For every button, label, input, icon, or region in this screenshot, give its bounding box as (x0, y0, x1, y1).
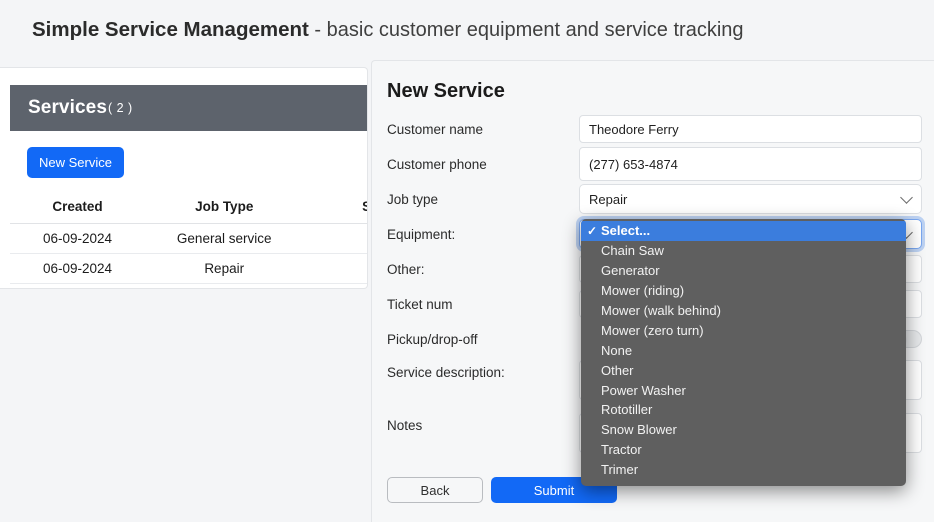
table-header-row: Created Job Type S (10, 194, 367, 224)
label-other: Other: (387, 261, 425, 277)
job-type-select[interactable]: Repair (579, 184, 922, 214)
column-header-created[interactable]: Created (10, 194, 146, 224)
customer-name-input[interactable] (579, 115, 922, 143)
label-customer-phone: Customer phone (387, 156, 487, 172)
dropdown-option-label: Chain Saw (601, 243, 664, 259)
label-customer-name: Customer name (387, 121, 484, 137)
column-header-job-type[interactable]: Job Type (145, 194, 304, 224)
back-button[interactable]: Back (387, 477, 483, 503)
label-ticket-num: Ticket num (387, 296, 453, 312)
job-type-select-value: Repair (589, 191, 628, 207)
label-job-type: Job type (387, 191, 439, 207)
customer-phone-input[interactable] (579, 147, 922, 181)
cell-status (303, 223, 367, 254)
label-pickup-dropoff: Pickup/drop-off (387, 331, 478, 347)
cell-status (303, 253, 367, 284)
services-panel-title: Services (28, 97, 107, 118)
dropdown-option-label: Tractor (601, 442, 642, 458)
cell-job-type: General service (145, 223, 304, 254)
services-panel: Services ( 2 ) New Service Created Job T… (0, 67, 368, 289)
label-equipment: Equipment: (387, 226, 456, 242)
field-row-customer-name: Customer name (387, 115, 922, 143)
services-table: Created Job Type S 06-09-2024 General se… (10, 194, 367, 284)
page-title-strong: Simple Service Management (32, 18, 309, 41)
dropdown-option-mower-zero-turn[interactable]: Mower (zero turn) (581, 320, 906, 340)
dropdown-option-generator[interactable]: Generator (581, 261, 906, 281)
dropdown-option-mower-riding[interactable]: Mower (riding) (581, 281, 906, 301)
page-title-subtitle: - basic customer equipment and service t… (308, 19, 744, 41)
dropdown-option-mower-walk-behind[interactable]: Mower (walk behind) (581, 301, 906, 321)
services-count-badge: ( 2 ) (107, 101, 133, 115)
equipment-dropdown-menu[interactable]: ✓ Select... Chain Saw Generator Mower (r… (581, 219, 906, 486)
page-title: Simple Service Management - basic custom… (32, 18, 744, 42)
dropdown-option-label: Snow Blower (601, 422, 677, 438)
dropdown-option-label: Power Washer (601, 382, 686, 398)
label-notes: Notes (387, 418, 423, 433)
dropdown-option-label: Other (601, 362, 634, 378)
dropdown-option-label: Mower (zero turn) (601, 322, 704, 338)
cell-job-type: Repair (145, 253, 304, 284)
services-panel-header: Services ( 2 ) (10, 85, 367, 131)
chevron-down-icon (900, 191, 913, 204)
dropdown-option-other[interactable]: Other (581, 360, 906, 380)
column-header-status[interactable]: S (303, 194, 367, 224)
dropdown-option-label: Mower (riding) (601, 283, 685, 299)
dropdown-option-none[interactable]: None (581, 340, 906, 360)
cell-created: 06-09-2024 (10, 253, 146, 284)
dropdown-option-snow-blower[interactable]: Snow Blower (581, 420, 906, 440)
dropdown-option-select[interactable]: ✓ Select... (581, 221, 906, 241)
label-service-description: Service description: (387, 365, 505, 380)
dropdown-option-power-washer[interactable]: Power Washer (581, 380, 906, 400)
dropdown-option-tractor[interactable]: Tractor (581, 440, 906, 460)
dropdown-option-label: Generator (601, 263, 660, 279)
dropdown-option-trimer[interactable]: Trimer (581, 460, 906, 480)
dropdown-option-label: Select... (601, 223, 651, 239)
cell-created: 06-09-2024 (10, 223, 146, 254)
field-row-job-type: Job type Repair (387, 184, 922, 214)
table-row[interactable]: 06-09-2024 General service (10, 223, 367, 254)
dropdown-option-label: Trimer (601, 462, 639, 478)
form-heading: New Service (387, 80, 505, 102)
dropdown-option-chain-saw[interactable]: Chain Saw (581, 241, 906, 261)
dropdown-option-label: None (601, 342, 633, 358)
new-service-button[interactable]: New Service (27, 147, 124, 178)
field-row-customer-phone: Customer phone (387, 147, 922, 181)
checkmark-icon: ✓ (587, 223, 598, 238)
dropdown-option-rototiller[interactable]: Rototiller (581, 400, 906, 420)
dropdown-option-label: Rototiller (601, 402, 653, 418)
table-row[interactable]: 06-09-2024 Repair (10, 253, 367, 284)
dropdown-option-label: Mower (walk behind) (601, 303, 721, 318)
